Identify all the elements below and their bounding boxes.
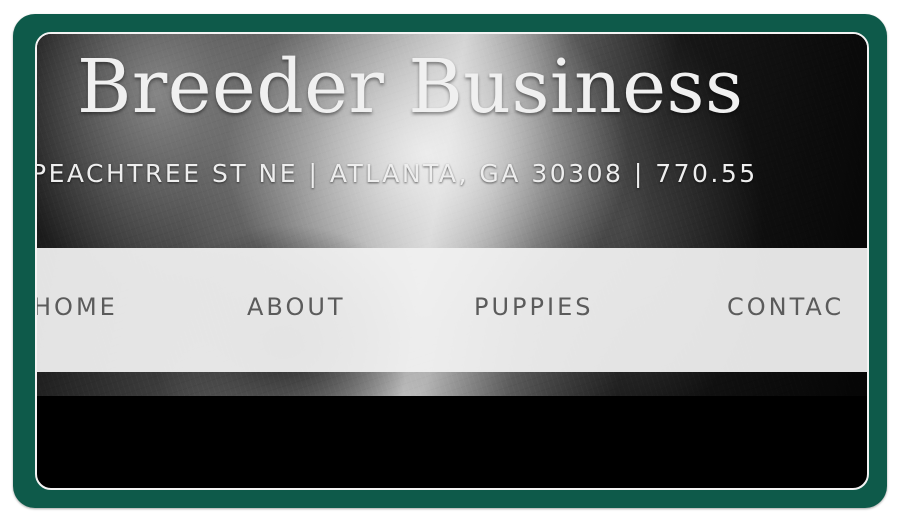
main-navigation: HOME ABOUT PUPPIES CONTAC: [37, 248, 867, 372]
nav-puppies-link[interactable]: PUPPIES: [474, 295, 593, 319]
address-contact-line: PEACHTREE ST NE | ATLANTA, GA 30308 | 77…: [37, 159, 758, 188]
website-screen: Breeder Business PEACHTREE ST NE | ATLAN…: [35, 32, 869, 490]
nav-contact-link[interactable]: CONTAC: [727, 295, 844, 319]
nav-home-link[interactable]: HOME: [37, 295, 118, 319]
hero-banner: Breeder Business PEACHTREE ST NE | ATLAN…: [37, 34, 867, 396]
nav-about-link[interactable]: ABOUT: [247, 295, 346, 319]
device-frame: Breeder Business PEACHTREE ST NE | ATLAN…: [13, 14, 887, 508]
site-title: Breeder Business: [77, 44, 744, 130]
